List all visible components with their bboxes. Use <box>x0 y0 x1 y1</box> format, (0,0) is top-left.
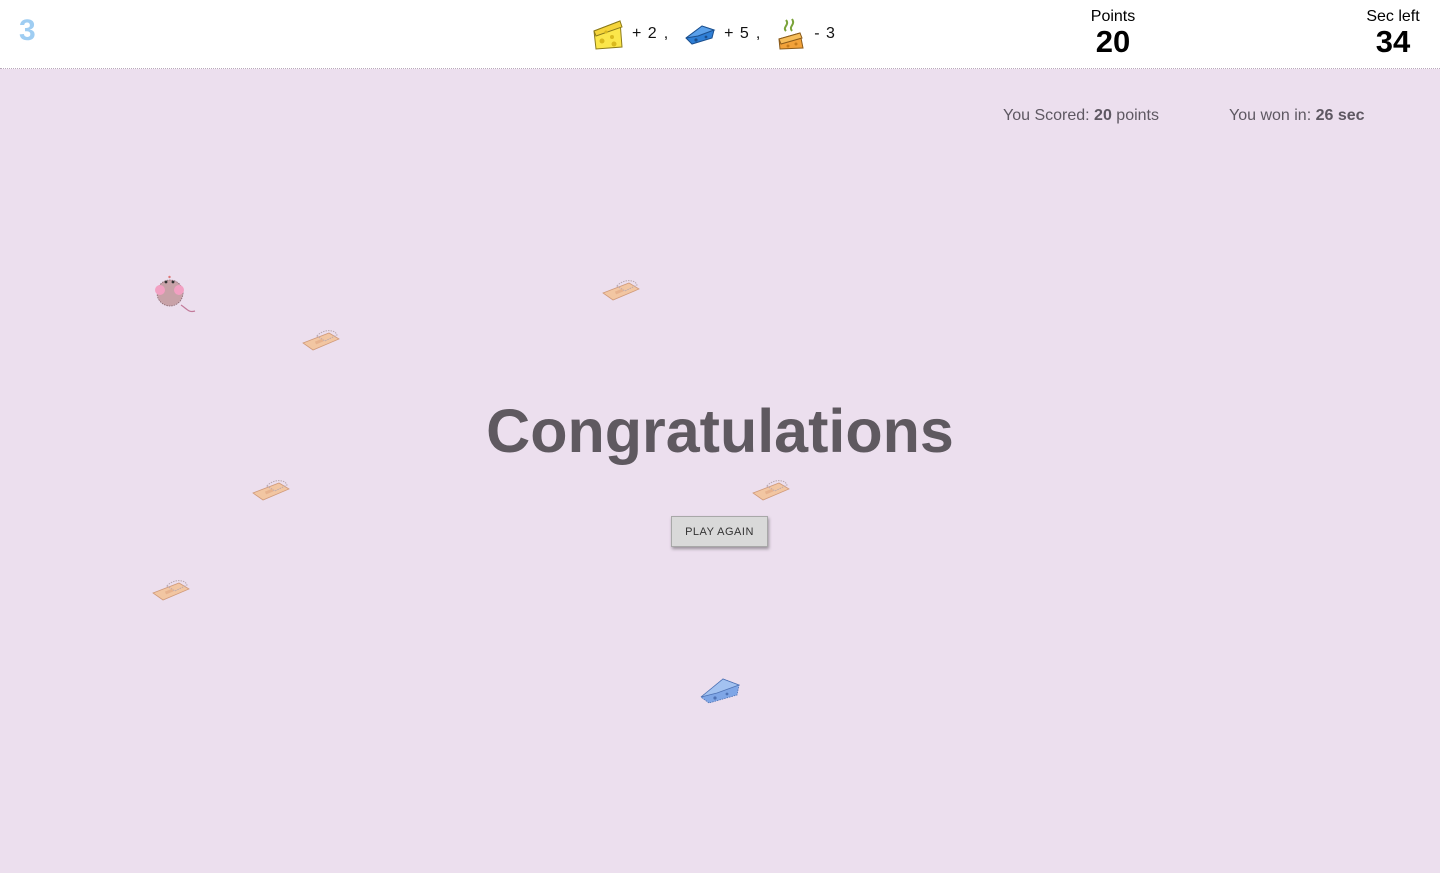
level-indicator: 3 <box>19 14 36 47</box>
scoring-legend: + 2 , + 5 , - 3 <box>592 16 836 52</box>
blue-cheese-icon <box>684 22 716 46</box>
legend-item-blue-cheese: + 5 , <box>684 22 776 46</box>
time-summary-prefix: You won in: <box>1229 107 1312 124</box>
stinky-cheese-icon <box>776 17 806 51</box>
mousetrap-icon <box>301 327 341 358</box>
congratulations-title: Congratulations <box>486 397 954 465</box>
score-summary-value: 20 <box>1094 107 1112 124</box>
mousetrap-icon <box>751 477 791 508</box>
points-counter: Points 20 <box>1073 8 1153 58</box>
time-summary: You won in: 26 sec <box>1229 107 1365 125</box>
mousetrap-icon <box>251 477 291 508</box>
mousetrap-icon <box>601 277 641 308</box>
mousetrap-icon <box>151 577 191 608</box>
legend-value-stinky-cheese: - 3 <box>814 25 836 42</box>
seconds-left-value: 34 <box>1375 24 1411 59</box>
cheese-icon <box>592 17 624 51</box>
score-summary-suffix: points <box>1116 107 1159 124</box>
seconds-left-counter: Sec left 34 <box>1353 8 1433 58</box>
points-value: 20 <box>1095 24 1131 59</box>
header-bar: 3 + 2 , + 5 , - 3 Points 20 Sec left 34 <box>0 0 1440 69</box>
time-summary-value: 26 sec <box>1315 107 1365 124</box>
score-summary-prefix: You Scored: <box>1003 107 1090 124</box>
play-again-button[interactable]: PLAY AGAIN <box>671 516 768 547</box>
legend-separator: , <box>663 25 669 42</box>
mouse-icon <box>153 273 197 322</box>
blue-cheese-icon <box>699 675 743 710</box>
legend-separator: , <box>755 25 761 42</box>
score-summary: You Scored: 20 points <box>1003 107 1159 125</box>
legend-item-stinky-cheese: - 3 <box>776 17 836 51</box>
legend-item-cheese: + 2 , <box>592 17 684 51</box>
legend-value-cheese: + 2 <box>632 25 658 42</box>
legend-value-blue-cheese: + 5 <box>724 25 750 42</box>
